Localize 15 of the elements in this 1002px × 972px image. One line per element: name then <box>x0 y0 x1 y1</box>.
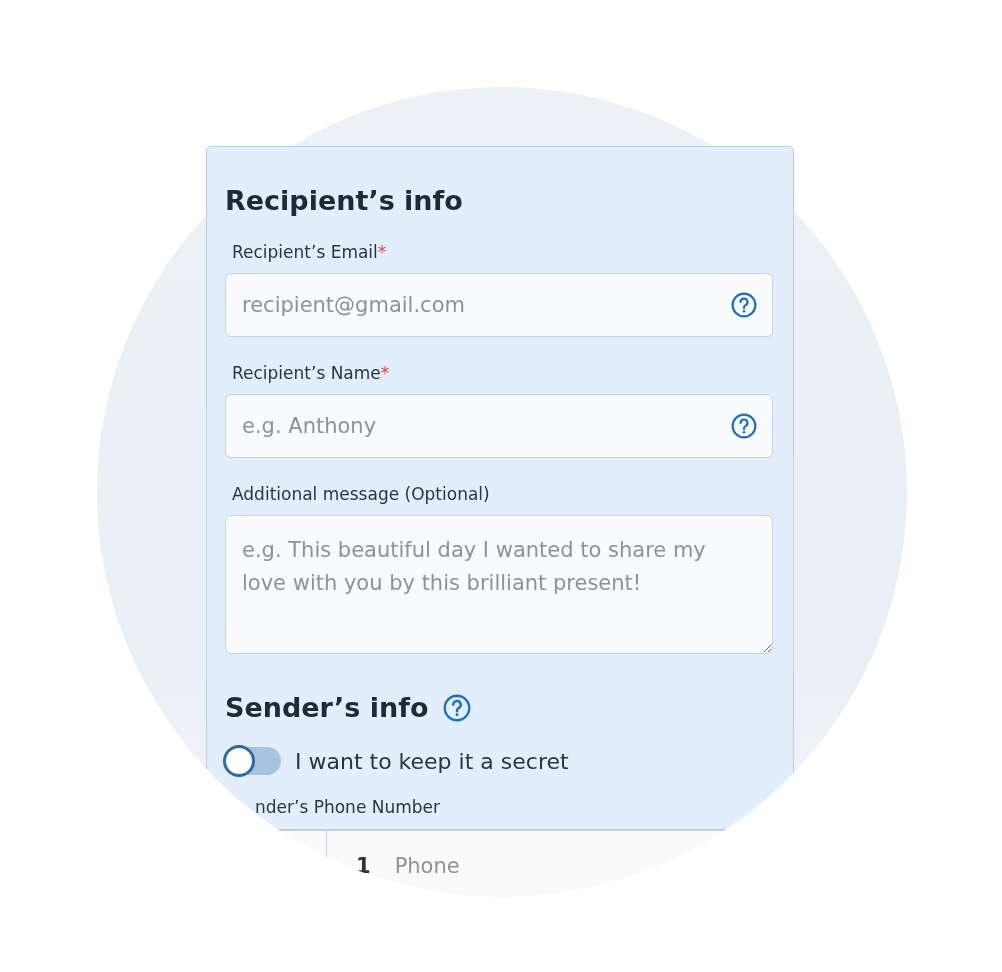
input-field[interactable]: e.g. Anthony <box>225 394 773 458</box>
phone-input[interactable]: Phone <box>392 852 794 879</box>
help-icon[interactable] <box>731 413 757 439</box>
message-field[interactable]: e.g. This beautiful day I wanted to share my love with you by this brilliant present! <box>225 515 773 654</box>
field-label: Recipient’s Name* <box>232 363 391 383</box>
field-label: nder’s Phone Number <box>255 797 442 817</box>
section-title: Sender’s info <box>225 692 429 723</box>
input-field[interactable]: recipient@gmail.com <box>225 273 773 337</box>
help-icon[interactable] <box>731 292 757 318</box>
section-title: Recipient’s info <box>225 185 464 216</box>
help-icon[interactable] <box>442 693 471 722</box>
toggle-switch[interactable] <box>225 747 281 775</box>
field-label: Additional message (Optional) <box>232 484 491 504</box>
toggle-label: I want to keep it a secret <box>295 748 569 774</box>
field-label: Recipient’s Email* <box>232 242 388 262</box>
